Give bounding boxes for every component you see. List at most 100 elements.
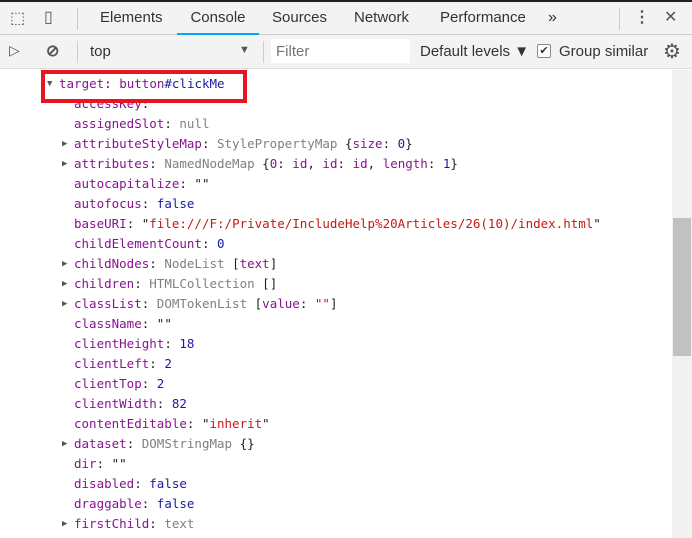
property-value: : [186,416,202,431]
collapsed-triangle-icon[interactable]: ▶ [62,294,67,314]
property-value: : [126,216,142,231]
property-row: autocapitalize: "" [74,174,209,194]
property-value: : [164,336,180,351]
property-key: disabled [74,476,135,491]
vertical-scrollbar[interactable] [672,70,692,538]
property-key: children [74,276,135,291]
console-output: ▼ target: button#clickMe accessKey: "" assi… [0,70,672,538]
property-row[interactable]: ▶ attributeStyleMap: StylePropertyMap {si… [62,134,413,154]
property-value: id [292,156,308,171]
property-value: } [450,156,458,171]
property-value: : [201,136,217,151]
group-similar-label: Group similar [559,43,649,60]
divider [619,8,620,30]
property-key: childNodes [74,256,150,271]
property-row: clientTop: 2 [74,374,164,394]
property-value: size [352,136,383,151]
clear-console-icon[interactable]: ⊘ [46,41,59,61]
more-tabs-button[interactable]: » [548,2,557,35]
group-similar-checkbox[interactable]: ✔ [537,44,551,58]
property-row[interactable]: ▶ classList: DOMTokenList [value: ""] [62,294,337,314]
property-row[interactable]: ▶ attributes: NamedNodeMap {0: id, id: id… [62,154,458,174]
property-row: disabled: false [74,474,187,494]
property-row: autofocus: false [74,194,194,214]
property-row: draggable: false [74,494,194,514]
property-value: StylePropertyMap [217,136,345,151]
property-value: : [149,356,165,371]
property-key: autocapitalize [74,176,180,191]
collapsed-triangle-icon[interactable]: ▶ [62,434,67,454]
filter-input[interactable] [271,39,410,63]
property-value: " [593,216,601,231]
property-row[interactable]: ▶ firstChild: text [62,514,194,534]
property-key: baseURI [74,216,127,231]
property-value: null [179,116,210,131]
property-row: childElementCount: 0 [74,234,225,254]
device-toolbar-icon[interactable]: ▯ [44,7,53,27]
property-value: "" [111,456,127,471]
property-value: [] [262,276,278,291]
tab-sources[interactable]: Sources [272,2,327,35]
property-value: : [141,296,157,311]
property-value: false [156,196,195,211]
settings-gear-icon[interactable]: ⚙ [663,39,681,64]
collapsed-triangle-icon[interactable]: ▶ [62,274,67,294]
property-value: : [149,156,165,171]
collapsed-triangle-icon[interactable]: ▶ [62,254,67,274]
property-value: DOMTokenList [156,296,255,311]
property-key: contentEditable [74,416,187,431]
collapsed-triangle-icon[interactable]: ▶ [62,134,67,154]
property-key: attributes [74,156,150,171]
property-row[interactable]: ▶ childNodes: NodeList [text] [62,254,278,274]
context-select[interactable]: top ▼ [80,35,256,68]
property-row: className: "" [74,314,172,334]
divider [263,41,264,63]
property-value: ] [269,256,278,271]
property-key: classList [74,296,142,311]
property-value: , [307,156,323,171]
property-key: draggable [74,496,142,511]
property-value: : [126,436,142,451]
console-toolbar: ▷ ⊘ top ▼ Default levels ▼ ✔ Group simil… [0,35,692,69]
property-value: : [201,236,217,251]
property-value: : [134,276,150,291]
sidebar-toggle-icon[interactable]: ▷ [9,42,20,59]
property-value: : [337,156,353,171]
property-value: NodeList [164,256,233,271]
property-key: assignedSlot [74,116,165,131]
property-key: dataset [74,436,127,451]
collapsed-triangle-icon[interactable]: ▶ [62,514,67,534]
divider [77,8,78,30]
property-value: 2 [164,356,172,371]
tab-performance[interactable]: Performance [440,2,526,35]
collapsed-triangle-icon[interactable]: ▶ [62,154,67,174]
property-key: dir [74,456,97,471]
tab-console[interactable]: Console [177,2,259,35]
tab-elements[interactable]: Elements [100,2,163,35]
property-value: [ [232,256,240,271]
property-value: : [134,476,150,491]
property-row[interactable]: ▶ dataset: DOMStringMap {} [62,434,255,454]
property-value: text [239,256,270,271]
property-value: inherit [209,416,263,431]
property-row: baseURI: "file:///F:/Private/IncludeHelp… [74,214,601,234]
property-value: : [299,296,315,311]
property-key: clientTop [74,376,142,391]
property-value: : [156,396,172,411]
property-value: value [262,296,300,311]
property-key: autofocus [74,196,142,211]
more-options-icon[interactable]: ⋮ [634,7,650,27]
inspect-element-icon[interactable]: ⬚ [10,8,25,28]
property-value: } [405,136,413,151]
property-value: , [367,156,383,171]
levels-dropdown[interactable]: Default levels ▼ [420,43,529,60]
property-value: : [149,516,165,531]
property-value: {} [239,436,255,451]
property-value: : [277,156,293,171]
property-row: assignedSlot: null [74,114,209,134]
property-value: 0 [217,236,225,251]
property-row[interactable]: ▶ children: HTMLCollection [] [62,274,278,294]
tab-network[interactable]: Network [354,2,409,35]
scrollbar-thumb[interactable] [673,218,691,356]
close-icon[interactable]: ✕ [664,7,677,27]
